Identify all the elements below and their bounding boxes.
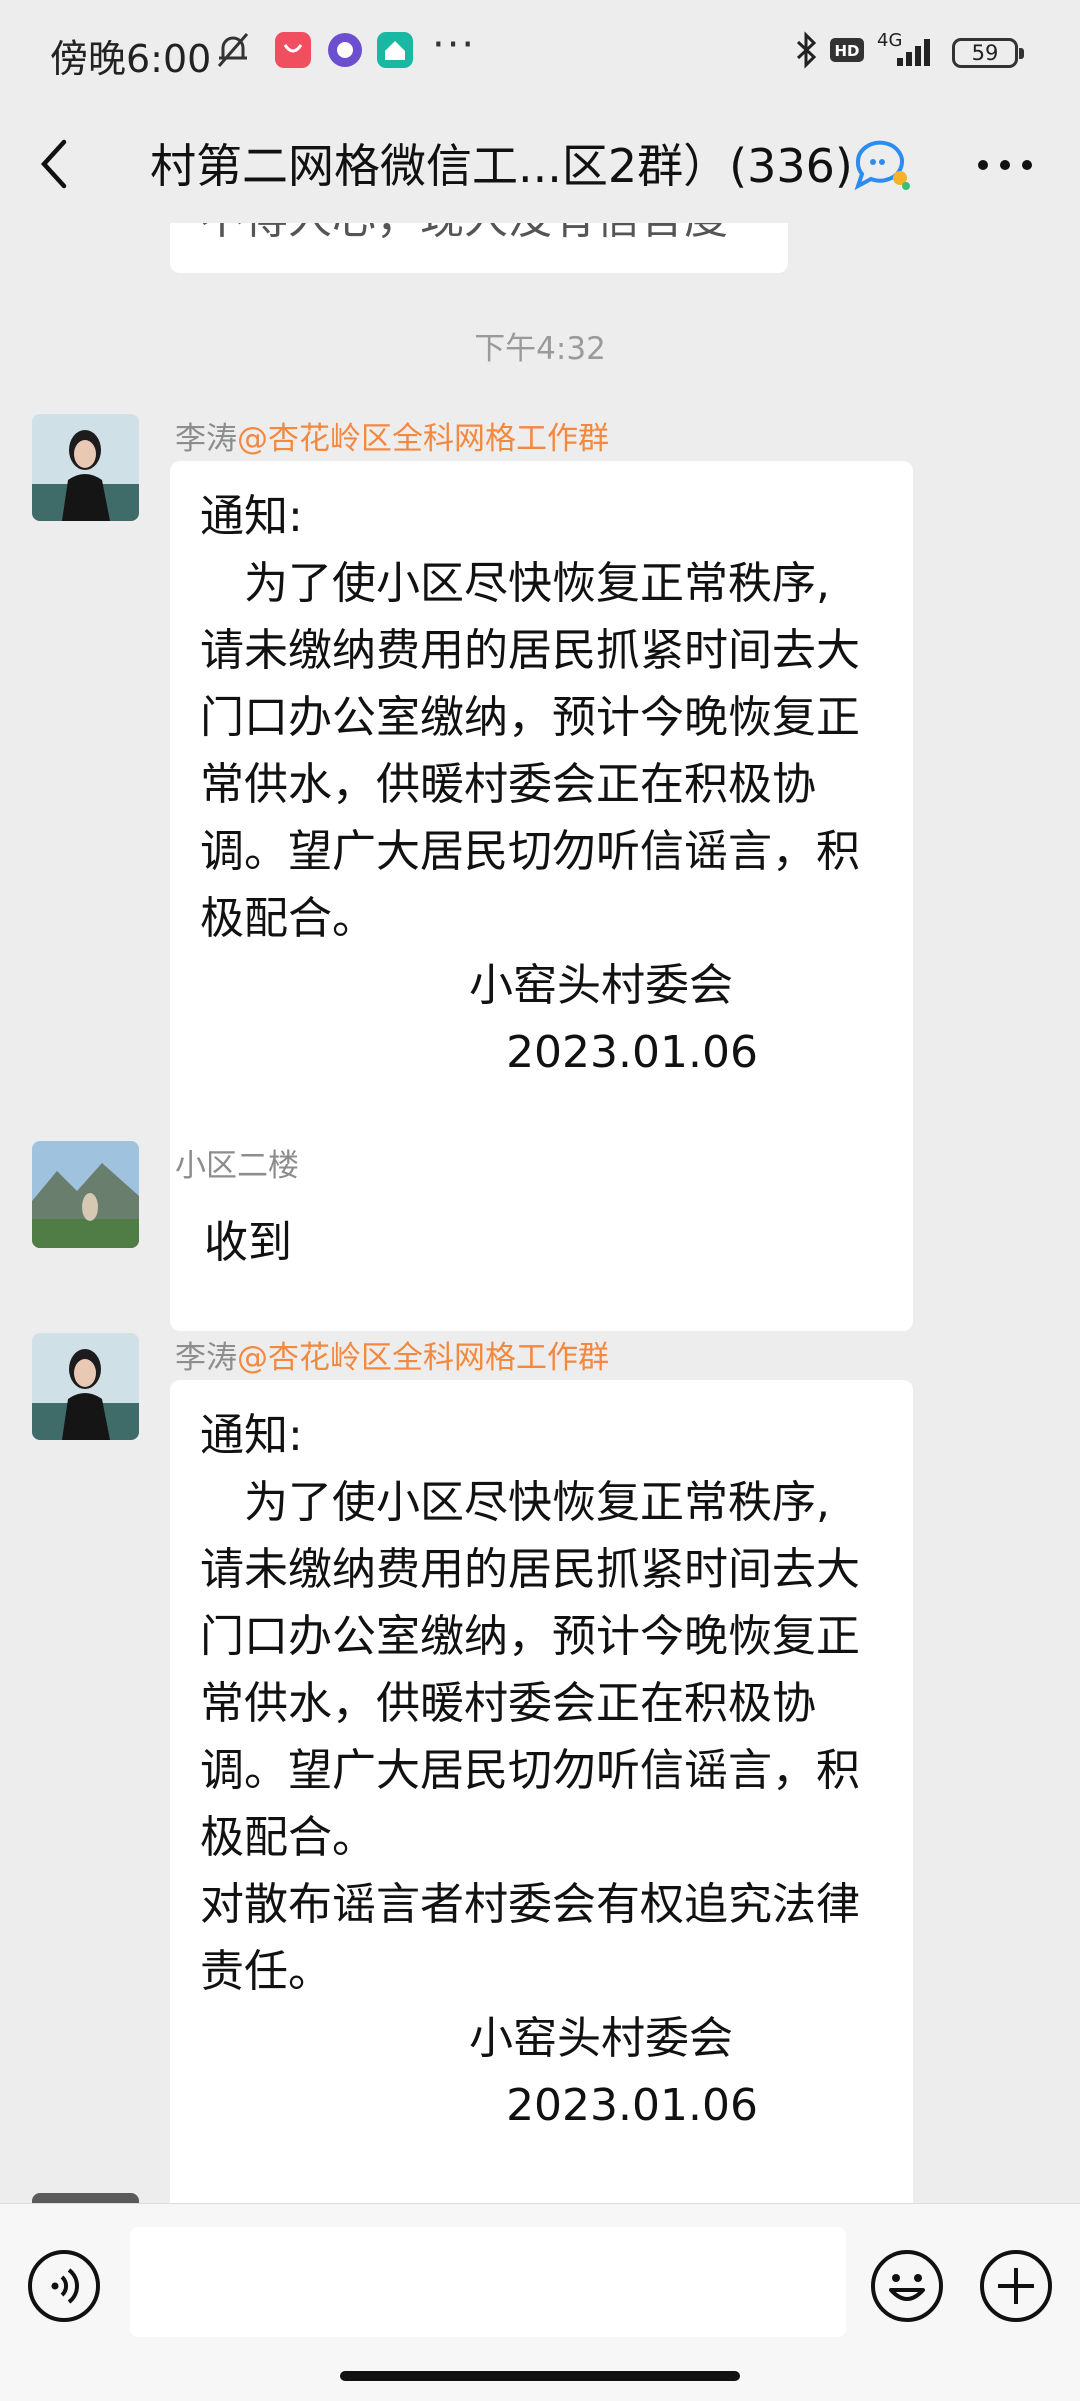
home-indicator[interactable] <box>340 2371 740 2381</box>
message-input[interactable] <box>130 2227 846 2337</box>
message-line: 门口办公室缴纳，预计今晚恢复正 <box>200 692 860 743</box>
hd-icon: HD <box>830 38 864 62</box>
user-avatar-image <box>32 414 139 521</box>
signature-date: 2023.01.06 <box>506 1027 758 1078</box>
svg-text:HD: HD <box>834 42 859 60</box>
message-line: 调。望广大居民切勿听信谣言，积 <box>200 1745 860 1796</box>
home-app-icon <box>377 32 413 68</box>
message-bubble[interactable]: 收到 <box>170 1188 326 1300</box>
plus-icon[interactable] <box>978 2248 1054 2324</box>
message-line: 责任。 <box>200 1946 332 1997</box>
group-chat-icon[interactable] <box>850 134 912 192</box>
avatar-partial[interactable] <box>32 2193 139 2203</box>
avatar[interactable] <box>32 414 139 521</box>
message-line: 极配合。 <box>200 1812 376 1863</box>
message-text: 收到 <box>204 1217 292 1268</box>
bluetooth-icon <box>796 31 817 69</box>
message-sender: 李涛@杏花岭区全科网格工作群 <box>175 413 609 458</box>
time-divider: 下午4:32 <box>474 331 606 367</box>
chat-message-list[interactable]: 不得人心，现人没有信言度 下午4:32 李涛@杏花岭区全科网格工作群 通知: 为… <box>0 223 1080 2203</box>
message-line: 极配合。 <box>200 893 376 944</box>
mention-tag[interactable]: @杏花岭区全科网格工作群 <box>237 1340 609 1376</box>
nav-bar: 村第二网格微信工...区2群）(336) <box>0 108 1080 223</box>
app-notification-icon <box>275 32 311 68</box>
message-line: 常供水，供暖村委会正在积极协 <box>200 759 816 810</box>
sender-name: 李涛 <box>175 421 237 457</box>
message-line: 门口办公室缴纳，预计今晚恢复正 <box>200 1611 860 1662</box>
signature-org: 小窑头村委会 <box>469 960 733 1011</box>
message-bubble[interactable]: 通知: 为了使小区尽快恢复正常秩序, 请未缴纳费用的居民抓紧时间去大 门口办公室… <box>170 1380 913 2203</box>
message-line: 请未缴纳费用的居民抓紧时间去大 <box>200 1544 860 1595</box>
avatar[interactable] <box>32 1141 139 1248</box>
message-text: 不得人心，现人没有信言度 <box>200 223 758 252</box>
chat-title[interactable]: 村第二网格微信工...区2群）(336) <box>150 130 850 196</box>
message-line: 请未缴纳费用的居民抓紧时间去大 <box>200 625 860 676</box>
user-avatar-image <box>32 1141 139 1248</box>
message-line: 对散布谣言者村委会有权追究法律 <box>200 1879 860 1930</box>
message-bubble-partial[interactable]: 不得人心，现人没有信言度 <box>170 223 788 273</box>
signature-date: 2023.01.06 <box>506 2080 758 2131</box>
message-line: 为了使小区尽快恢复正常秩序, <box>200 558 830 609</box>
battery-indicator: 59 <box>952 38 1024 68</box>
message-line: 为了使小区尽快恢复正常秩序, <box>200 1477 830 1528</box>
message-line: 通知: <box>200 1410 303 1461</box>
signature-org: 小窑头村委会 <box>469 2013 733 2064</box>
more-icon[interactable] <box>975 153 1035 177</box>
input-bar <box>0 2203 1080 2401</box>
sender-name: 李涛 <box>175 1340 237 1376</box>
voice-input-icon[interactable] <box>26 2248 102 2324</box>
message-sender: 李涛@杏花岭区全科网格工作群 <box>175 1332 609 1377</box>
message-sender: 小区二楼 <box>175 1140 299 1185</box>
message-line: 调。望广大居民切勿听信谣言，积 <box>200 826 860 877</box>
status-time: 傍晚6:00 <box>50 37 212 81</box>
signal-icon <box>897 39 930 66</box>
avatar[interactable] <box>32 1333 139 1440</box>
emoji-icon[interactable] <box>869 2248 945 2324</box>
back-arrow-icon[interactable] <box>30 134 80 194</box>
sender-name: 小区二楼 <box>175 1148 299 1184</box>
mute-bell-icon <box>217 33 249 67</box>
message-line: 常供水，供暖村委会正在积极协 <box>200 1678 816 1729</box>
app-notification-icon-2 <box>328 33 362 67</box>
status-bar: 傍晚6:00 ··· HD 4G 59 <box>0 0 1080 108</box>
message-line: 通知: <box>200 491 303 542</box>
more-notifications-icon: ··· <box>432 22 477 68</box>
mention-tag[interactable]: @杏花岭区全科网格工作群 <box>237 421 609 457</box>
user-avatar-image <box>32 1333 139 1440</box>
